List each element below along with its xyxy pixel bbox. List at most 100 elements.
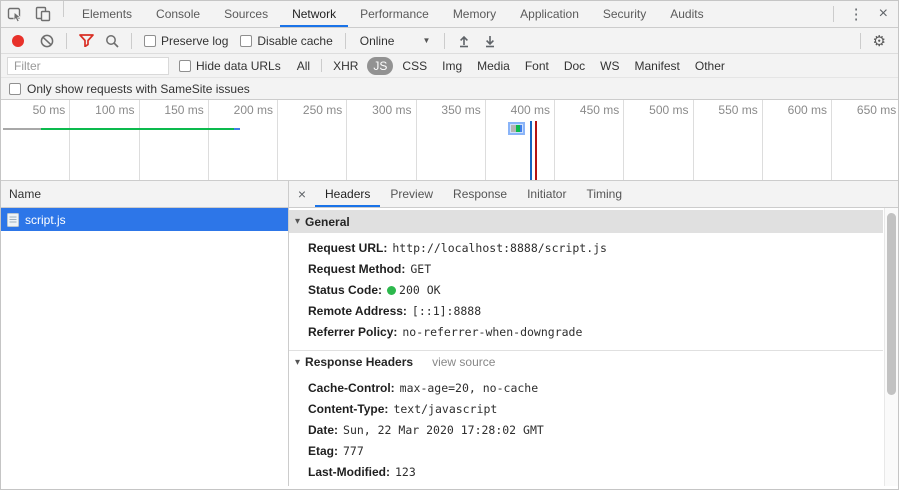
disable-cache-checkbox[interactable]: Disable cache — [240, 34, 333, 48]
filter-type-xhr[interactable]: XHR — [327, 57, 364, 75]
clear-requests-button[interactable] — [34, 30, 60, 52]
request-row-scriptjs[interactable]: script.js — [1, 208, 288, 231]
samesite-label: Only show requests with SameSite issues — [27, 81, 250, 96]
tab-elements[interactable]: Elements — [70, 1, 144, 27]
response-headers-rows: Cache-Control: max-age=20, no-cache Conte… — [289, 373, 883, 485]
filter-type-js[interactable]: JS — [367, 56, 394, 75]
throttling-value: Online — [359, 33, 395, 48]
search-button[interactable] — [99, 30, 125, 52]
record-button[interactable] — [12, 34, 24, 47]
header-key: Date: — [308, 423, 339, 437]
header-key: Referrer Policy: — [308, 325, 398, 339]
header-key: Remote Address: — [308, 304, 407, 318]
header-value: 200 OK — [399, 283, 441, 297]
detail-scrollbar-thumb[interactable] — [887, 213, 896, 395]
filter-type-other[interactable]: Other — [689, 57, 731, 75]
tab-application[interactable]: Application — [508, 1, 591, 27]
hide-data-urls-label: Hide data URLs — [196, 58, 281, 73]
device-toolbar-button[interactable] — [29, 1, 57, 27]
timeline-tick: 350 ms — [417, 100, 486, 180]
load-event-line — [535, 121, 537, 180]
detail-tab-response[interactable]: Response — [443, 181, 517, 207]
close-detail-icon[interactable]: × — [289, 181, 315, 207]
checkbox-icon[interactable] — [179, 59, 191, 72]
general-section-header[interactable]: ▾ General — [289, 210, 883, 233]
header-key: Request URL: — [308, 241, 388, 255]
view-source-link[interactable]: view source — [432, 355, 495, 369]
checkbox-icon[interactable] — [240, 34, 253, 47]
headers-panel: ▾ General Request URL: http://localhost:8… — [289, 208, 898, 486]
detail-tab-initiator[interactable]: Initiator — [517, 181, 576, 207]
divider — [859, 32, 861, 49]
script-file-icon — [7, 212, 19, 227]
preserve-log-checkbox[interactable]: Preserve log — [144, 34, 228, 48]
name-column-header[interactable]: Name — [1, 181, 288, 208]
filter-type-media[interactable]: Media — [471, 57, 516, 75]
hide-data-urls-checkbox[interactable]: Hide data URLs — [179, 59, 281, 73]
samesite-checkbox[interactable] — [9, 82, 21, 95]
disclosure-triangle-icon: ▾ — [295, 216, 301, 227]
filter-type-doc[interactable]: Doc — [558, 57, 591, 75]
header-key: Cache-Control: — [308, 381, 395, 395]
header-value: 777 — [343, 444, 364, 458]
waterfall-stalled-segment — [3, 128, 41, 130]
filter-type-all[interactable]: All — [291, 57, 316, 75]
timeline-tick: 500 ms — [624, 100, 694, 180]
tab-audits[interactable]: Audits — [658, 1, 715, 27]
gear-icon[interactable]: ⚙ — [867, 32, 892, 50]
status-ok-dot-icon — [387, 286, 397, 295]
filter-type-manifest[interactable]: Manifest — [629, 57, 686, 75]
network-overview-timeline[interactable]: 50 ms 100 ms 150 ms 200 ms 250 ms 300 ms… — [1, 100, 898, 181]
divider — [444, 32, 446, 49]
tab-network[interactable]: Network — [280, 1, 348, 27]
more-options-icon[interactable]: ⋮ — [840, 5, 873, 23]
tab-performance[interactable]: Performance — [348, 1, 441, 27]
clear-icon — [40, 34, 54, 48]
filter-type-css[interactable]: CSS — [396, 57, 433, 75]
tab-security[interactable]: Security — [591, 1, 658, 27]
header-key: Content-Type: — [308, 402, 389, 416]
detail-scrollbar[interactable] — [884, 208, 898, 486]
response-headers-section-header[interactable]: ▾ Response Headers view source — [289, 350, 883, 373]
filter-type-ws[interactable]: WS — [594, 57, 625, 75]
tab-console[interactable]: Console — [144, 1, 212, 27]
divider — [131, 32, 132, 49]
timeline-tick: 150 ms — [140, 100, 209, 180]
timeline-tick: 400 ms — [486, 100, 555, 180]
inspect-cursor-icon — [7, 6, 23, 22]
timeline-tick: 650 ms — [832, 100, 898, 180]
header-row-request-url: Request URL: http://localhost:8888/script… — [289, 238, 883, 259]
general-section-title: General — [305, 214, 350, 229]
detail-tab-timing[interactable]: Timing — [576, 181, 632, 207]
divider — [344, 32, 346, 49]
header-key: Status Code: — [308, 283, 383, 297]
import-har-button[interactable] — [451, 30, 477, 52]
checkbox-icon[interactable] — [144, 34, 156, 47]
headers-scroll-area: ▾ General Request URL: http://localhost:8… — [289, 208, 883, 486]
filter-type-img[interactable]: Img — [436, 57, 468, 75]
export-arrow-icon — [483, 34, 497, 48]
request-waterfall-bar — [3, 128, 240, 130]
divider — [832, 6, 834, 22]
filter-toggle-button[interactable] — [73, 30, 99, 52]
header-value: 123 — [395, 465, 416, 479]
header-value: http://localhost:8888/script.js — [392, 241, 607, 255]
response-headers-section-title: Response Headers — [305, 355, 414, 369]
throttling-select[interactable]: Online ▼ — [360, 34, 431, 48]
tab-sources[interactable]: Sources — [212, 1, 280, 27]
request-name: script.js — [25, 212, 66, 227]
tab-memory[interactable]: Memory — [441, 1, 508, 27]
detail-tab-headers[interactable]: Headers — [315, 181, 380, 207]
header-value: text/javascript — [393, 402, 498, 416]
detail-tab-preview[interactable]: Preview — [380, 181, 443, 207]
close-devtools-icon[interactable]: × — [873, 5, 898, 23]
inspect-element-button[interactable] — [1, 1, 29, 27]
export-har-button[interactable] — [477, 30, 503, 52]
header-key: Request Method: — [308, 262, 406, 276]
domcontentloaded-event-line — [530, 121, 532, 180]
filter-type-font[interactable]: Font — [519, 57, 555, 75]
filter-input[interactable] — [7, 56, 169, 75]
divider — [66, 32, 67, 49]
timeline-tick: 200 ms — [209, 100, 278, 180]
header-value: no-referrer-when-downgrade — [402, 325, 583, 339]
